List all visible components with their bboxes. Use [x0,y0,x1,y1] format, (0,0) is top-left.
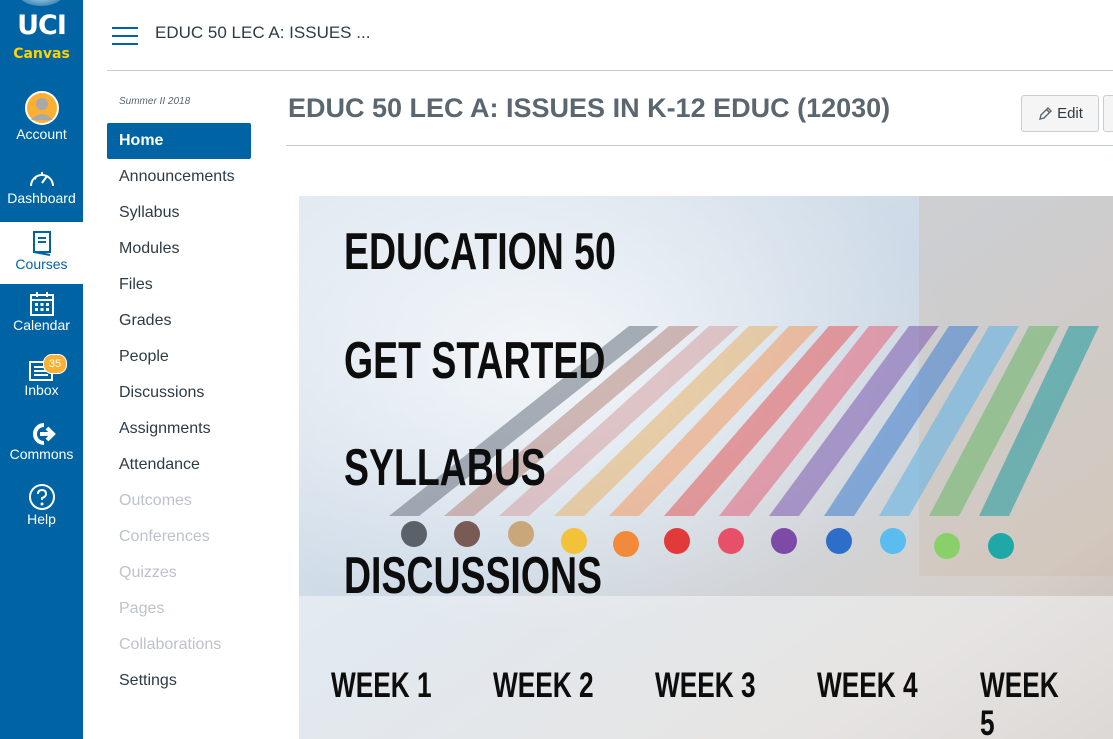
nav-calendar[interactable]: Calendar [0,291,83,341]
edit-button-label: Edit [1057,105,1083,122]
nav-label-courses: Courses [15,256,68,272]
banner-link-education-50[interactable]: EDUCATION 50 [344,224,616,280]
nav-dashboard[interactable]: Dashboard [0,166,83,216]
banner-link-get-started[interactable]: GET STARTED [344,333,605,389]
banner-link-week-3[interactable]: WEEK 3 [655,667,756,705]
course-nav-modules[interactable]: Modules [107,231,251,267]
more-options-button[interactable] [1103,95,1113,132]
nav-label-calendar: Calendar [13,317,70,333]
nav-help[interactable]: Help [0,483,83,533]
course-home-banner: EDUCATION 50 GET STARTED SYLLABUS DISCUS… [299,196,1113,739]
course-navigation: Home Announcements Syllabus Modules File… [107,123,251,699]
course-nav-files[interactable]: Files [107,267,251,303]
breadcrumb[interactable]: EDUC 50 LEC A: ISSUES ... [155,23,370,43]
nav-commons[interactable]: Commons [0,422,83,472]
course-nav-conferences[interactable]: Conferences [107,519,251,555]
header-divider [107,70,1113,71]
title-divider [286,145,1113,146]
uci-canvas-logo[interactable]: UCI Canvas [0,0,83,72]
course-nav-assignments[interactable]: Assignments [107,411,251,447]
course-menu-toggle[interactable] [112,27,138,45]
course-term: Summer II 2018 [119,96,191,107]
banner-link-week-2[interactable]: WEEK 2 [493,667,594,705]
course-nav-people[interactable]: People [107,339,251,375]
course-nav-attendance[interactable]: Attendance [107,447,251,483]
course-nav-settings[interactable]: Settings [107,663,251,699]
courses-icon [32,231,51,256]
course-nav-outcomes[interactable]: Outcomes [107,483,251,519]
course-nav-grades[interactable]: Grades [107,303,251,339]
nav-label-inbox: Inbox [24,382,59,398]
course-nav-announcements[interactable]: Announcements [107,159,251,195]
nav-account[interactable]: Account [0,90,83,148]
banner-link-week-5[interactable]: WEEK 5 [980,667,1080,739]
commons-icon [32,423,56,445]
nav-inbox[interactable]: 35 Inbox [0,354,83,406]
course-nav-syllabus[interactable]: Syllabus [107,195,251,231]
help-icon [28,484,55,510]
course-nav-discussions[interactable]: Discussions [107,375,251,411]
nav-label-commons: Commons [9,446,74,462]
banner-link-discussions[interactable]: DISCUSSIONS [344,548,602,604]
nav-label-account: Account [16,126,67,142]
banner-link-syllabus[interactable]: SYLLABUS [344,440,546,496]
nav-label-help: Help [27,511,56,527]
global-navigation: UCI Canvas Account Dashboard Courses Cal… [0,0,83,739]
course-nav-collaborations[interactable]: Collaborations [107,627,251,663]
banner-link-week-1[interactable]: WEEK 1 [331,667,432,705]
account-icon [24,91,59,125]
logo-text-uci: UCI [17,10,67,41]
edit-button[interactable]: Edit [1021,95,1099,132]
page-title: EDUC 50 LEC A: ISSUES IN K-12 EDUC (1203… [288,93,891,123]
banner-link-week-4[interactable]: WEEK 4 [817,667,918,705]
logo-text-canvas: Canvas [13,46,70,62]
nav-courses[interactable]: Courses [0,222,83,284]
calendar-icon [29,292,54,316]
pencil-icon [1039,106,1053,120]
inbox-unread-badge: 35 [43,354,67,374]
dashboard-icon [29,172,54,187]
course-nav-quizzes[interactable]: Quizzes [107,555,251,591]
course-nav-home[interactable]: Home [107,123,251,159]
course-nav-pages[interactable]: Pages [107,591,251,627]
nav-label-dashboard: Dashboard [7,190,76,206]
logo-glow [18,0,64,6]
